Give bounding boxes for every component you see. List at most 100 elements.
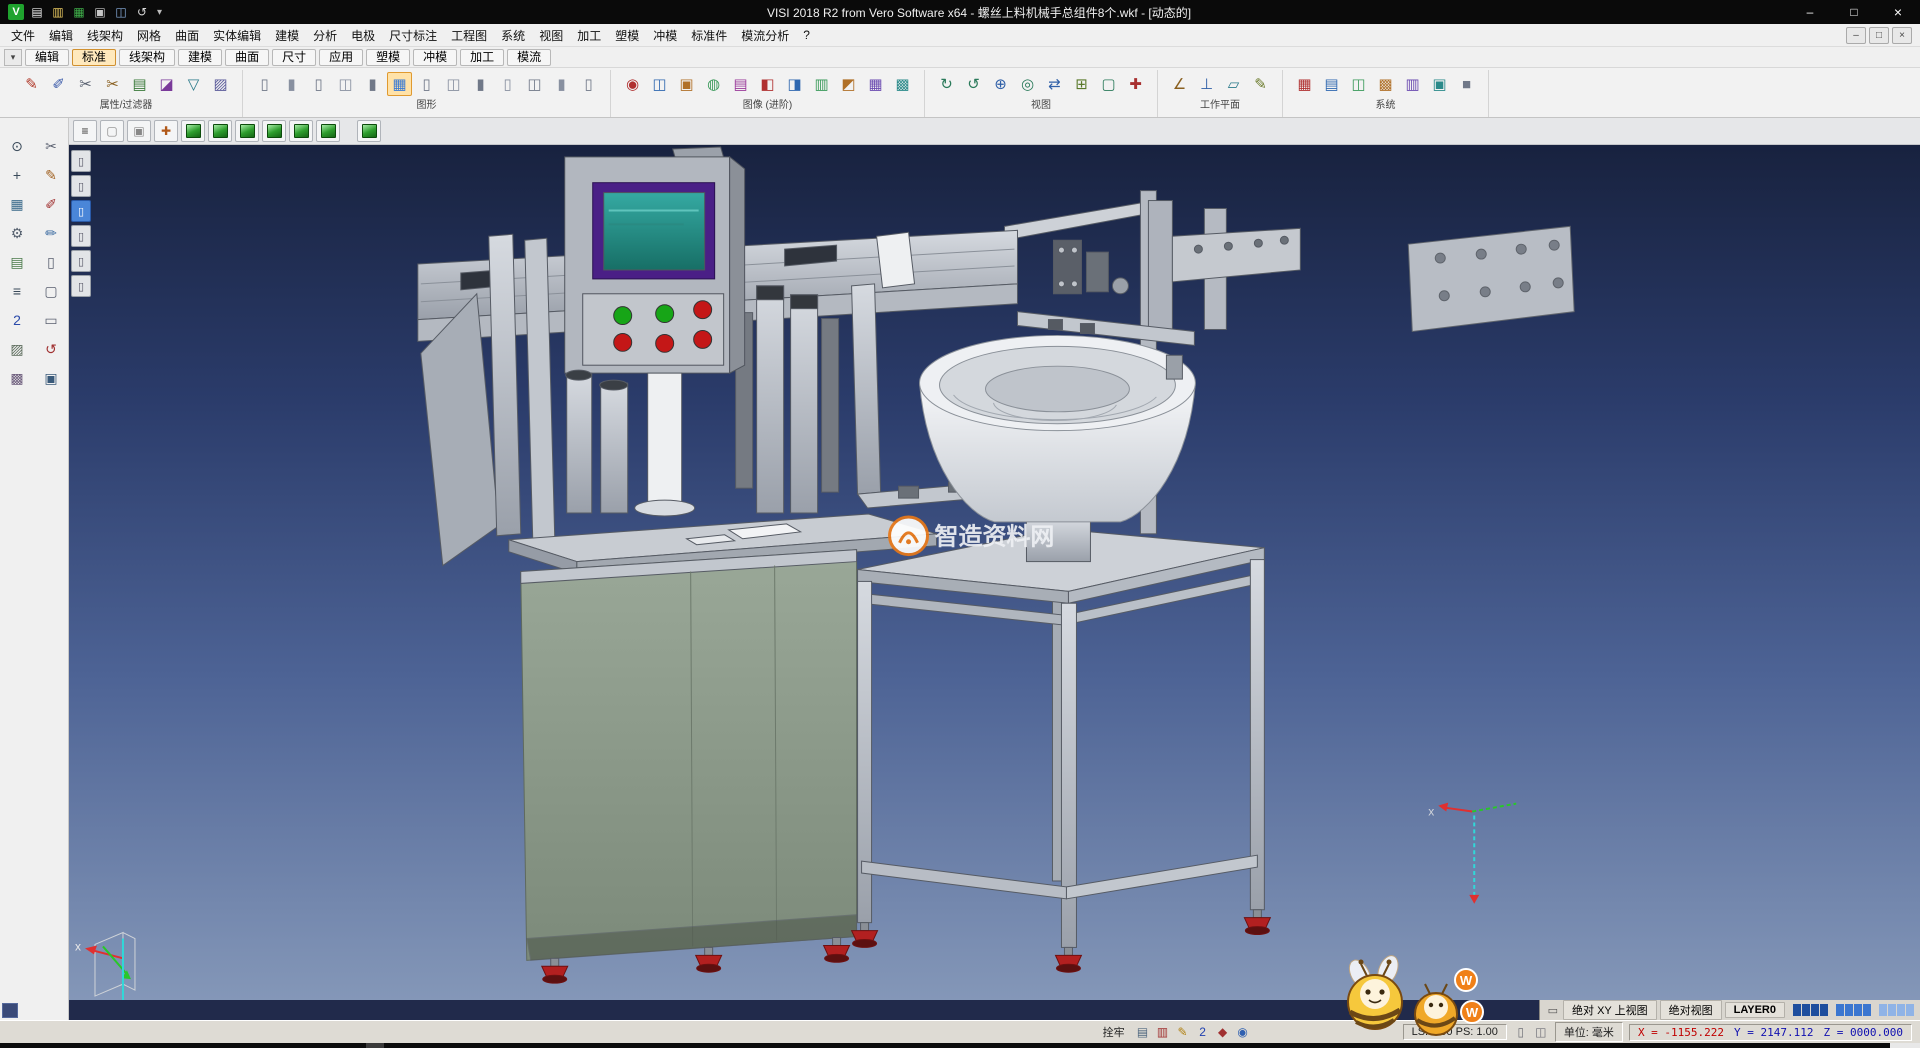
transparency-icon[interactable]: ◫ [522,72,547,96]
mini-filter-2-icon[interactable]: ▯ [71,175,91,197]
layer-manager-icon[interactable]: ▤ [127,72,152,96]
workflow-tab[interactable]: 应用 [319,49,363,66]
settings-icon[interactable]: ⚙ [4,221,30,245]
menu-item[interactable]: 工程图 [444,25,494,46]
sketch-icon[interactable]: ✎ [38,163,64,187]
system-grid-icon[interactable]: ▦ [1292,72,1317,96]
mini-filter-6-icon[interactable]: ▯ [71,275,91,297]
sheet-icon[interactable]: ▯ [38,250,64,274]
menu-item[interactable]: 系统 [494,25,532,46]
system-prefs-icon[interactable]: ▩ [1373,72,1398,96]
doc-restore-button[interactable]: □ [1869,27,1889,44]
import-image-icon[interactable]: ◨ [782,72,807,96]
overlay-image-icon[interactable]: ◩ [836,72,861,96]
stereo-icon[interactable]: ▦ [863,72,888,96]
workflow-tab[interactable]: 加工 [460,49,504,66]
rotate-view-icon[interactable]: ↻ [934,72,959,96]
export-image-icon[interactable]: ◧ [755,72,780,96]
pan-icon[interactable]: ⇄ [1042,72,1067,96]
redline-icon[interactable]: ✐ [38,192,64,216]
menu-item[interactable]: 网格 [130,25,168,46]
frame-icon[interactable]: ▭ [38,308,64,332]
mini-filter-4-icon[interactable]: ▯ [71,225,91,247]
workplane-face-icon[interactable]: ▱ [1221,72,1246,96]
attr-copy-icon[interactable]: ✐ [46,72,71,96]
zoom-extents-icon[interactable]: ⊕ [988,72,1013,96]
attr-transfer-icon[interactable]: ✂ [100,72,125,96]
ghost-display-icon[interactable]: ▯ [414,72,439,96]
render-mode-icon[interactable]: ▦ [387,72,412,96]
palette-icon[interactable]: ▩ [4,366,30,390]
menu-item[interactable]: 实体编辑 [206,25,268,46]
absolute-view-readout[interactable]: 绝对视图 [1660,1000,1722,1020]
silhouette-icon[interactable]: ▯ [495,72,520,96]
save-icon[interactable]: ▦ [71,4,87,20]
snap-lock-label[interactable]: 拴牢 [1099,1024,1129,1040]
status-calc-icon[interactable]: ◫ [1533,1024,1549,1040]
qat-dropdown-icon[interactable]: ▾ [157,7,162,18]
new-doc-icon[interactable]: ▤ [29,4,45,20]
attr-cut-icon[interactable]: ✂ [73,72,98,96]
viewport-menu-icon[interactable]: ≡ [73,120,97,142]
menu-item[interactable]: 分析 [306,25,344,46]
menu-item[interactable]: 加工 [570,25,608,46]
tab-dropdown-icon[interactable]: ▾ [4,49,22,66]
menu-item[interactable]: 模流分析 [734,25,796,46]
menu-item[interactable]: 冲模 [646,25,684,46]
status-2d-icon[interactable]: 2 [1195,1024,1211,1040]
save-all-icon[interactable]: ▣ [92,4,108,20]
rotate-back-icon[interactable]: ↺ [961,72,986,96]
move-icon[interactable]: + [4,163,30,187]
texture-icon[interactable]: ▣ [674,72,699,96]
system-macro-icon[interactable]: ▥ [1400,72,1425,96]
multi-view-icon[interactable]: ⊞ [1069,72,1094,96]
status-world-icon[interactable]: ◉ [1235,1024,1251,1040]
lighting-icon[interactable]: ▯ [576,72,601,96]
menu-item[interactable]: 线架构 [80,25,130,46]
shade-white-icon[interactable]: ▢ [100,120,124,142]
solid-display-icon[interactable]: ▮ [360,72,385,96]
status-doc-icon[interactable]: ▯ [1513,1024,1529,1040]
layers-icon[interactable]: ▤ [4,250,30,274]
menu-item[interactable]: 曲面 [168,25,206,46]
doc-minimize-button[interactable]: – [1846,27,1866,44]
compare-image-icon[interactable]: ▥ [809,72,834,96]
workflow-tab[interactable]: 曲面 [225,49,269,66]
open-file-icon[interactable]: ▥ [50,4,66,20]
mini-filter-3-icon[interactable]: ▯ [71,200,91,222]
dynamic-view-icon[interactable] [357,120,381,142]
workflow-tab[interactable]: 模流 [507,49,551,66]
status-edit-icon[interactable]: ✎ [1175,1024,1191,1040]
pen-icon[interactable]: ✏ [38,221,64,245]
two-d-icon[interactable]: 2 [4,308,30,332]
mini-filter-5-icon[interactable]: ▯ [71,250,91,272]
menu-item[interactable]: 标准件 [684,25,734,46]
print-icon[interactable]: ◫ [113,4,129,20]
status-save-icon[interactable]: ▤ [1135,1024,1151,1040]
menu-item[interactable]: 尺寸标注 [382,25,444,46]
grid-icon[interactable]: ▦ [4,192,30,216]
zoom-window-icon[interactable]: ◎ [1015,72,1040,96]
background-icon[interactable]: ▩ [890,72,915,96]
3d-viewport[interactable]: ▯ ▯ ▯ ▯ ▯ ▯ [69,145,1920,1000]
refresh-view-icon[interactable]: ✚ [1123,72,1148,96]
shade-flat-icon[interactable]: ▣ [127,120,151,142]
close-button[interactable]: × [1876,0,1920,24]
system-help-icon[interactable]: ▣ [1427,72,1452,96]
gallery-icon[interactable]: ▤ [728,72,753,96]
viewport-corner-button[interactable] [2,1003,18,1018]
iso-view-1-icon[interactable] [181,120,205,142]
workflow-tab[interactable]: 标准 [72,49,116,66]
snapshot-icon[interactable]: ◍ [701,72,726,96]
workflow-tab[interactable]: 尺寸 [272,49,316,66]
workflow-tab[interactable]: 建模 [178,49,222,66]
hidden-line-icon[interactable]: ▯ [306,72,331,96]
shaded-icon[interactable]: ▮ [279,72,304,96]
workplane-normal-icon[interactable]: ⊥ [1194,72,1219,96]
menu-item[interactable]: 编辑 [42,25,80,46]
workflow-tab[interactable]: 冲模 [413,49,457,66]
active-layer-readout[interactable]: LAYER0 [1725,1002,1785,1018]
selection-filter-icon[interactable]: ▨ [208,72,233,96]
status-lock-icon[interactable]: ▥ [1155,1024,1171,1040]
filter-icon[interactable]: ▽ [181,72,206,96]
